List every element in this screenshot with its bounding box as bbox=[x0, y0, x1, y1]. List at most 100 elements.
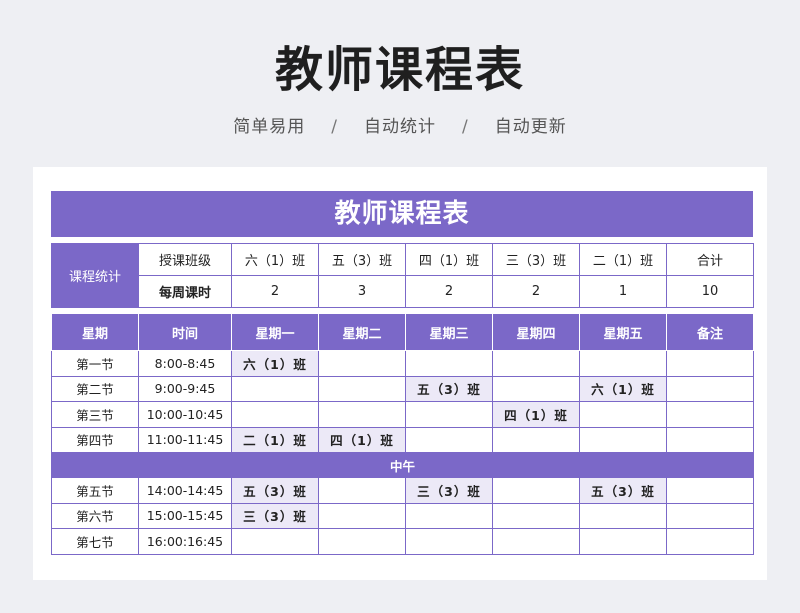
class-cell[interactable] bbox=[405, 502, 493, 529]
timetable-sheet: 教师课程表 课程统计 授课班级 六（1）班 五（3）班 四（1）班 三（3）班 … bbox=[33, 167, 767, 580]
remarks-cell[interactable] bbox=[666, 477, 754, 504]
subtitle-item: 自动更新 bbox=[494, 117, 567, 137]
period-cell[interactable]: 第七节 bbox=[51, 528, 139, 555]
stats-class-cell[interactable]: 三（3）班 bbox=[492, 243, 580, 276]
class-cell[interactable] bbox=[579, 350, 667, 377]
header-remarks: 备注 bbox=[666, 313, 754, 351]
stats-label: 课程统计 bbox=[51, 243, 139, 308]
class-cell[interactable] bbox=[579, 502, 667, 529]
schedule-row: 第四节 11:00-11:45 二（1）班 四（1）班 bbox=[51, 426, 754, 453]
stats-class-cell[interactable]: 四（1）班 bbox=[405, 243, 493, 276]
stats-class-cell[interactable]: 五（3）班 bbox=[318, 243, 406, 276]
schedule-row: 第三节 10:00-10:45 四（1）班 bbox=[51, 401, 754, 428]
stats-total-header[interactable]: 合计 bbox=[666, 243, 754, 276]
page-title: 教师课程表 bbox=[274, 42, 525, 98]
class-cell[interactable] bbox=[492, 350, 580, 377]
header-tuesday: 星期二 bbox=[318, 313, 406, 351]
stats-count-cell[interactable]: 3 bbox=[318, 275, 406, 308]
class-cell[interactable]: 五（3）班 bbox=[231, 477, 319, 504]
class-cell[interactable]: 六（1）班 bbox=[231, 350, 319, 377]
class-cell[interactable] bbox=[318, 477, 406, 504]
noon-break-label: 中午 bbox=[51, 452, 754, 478]
subtitle-separator: / bbox=[462, 117, 469, 137]
stats-count-cell[interactable]: 2 bbox=[492, 275, 580, 308]
stats-count-cell[interactable]: 2 bbox=[405, 275, 493, 308]
class-cell[interactable] bbox=[405, 426, 493, 453]
header-weekday: 星期 bbox=[51, 313, 139, 351]
class-cell[interactable] bbox=[492, 477, 580, 504]
class-cell[interactable] bbox=[405, 350, 493, 377]
class-cell[interactable] bbox=[405, 401, 493, 428]
header-time: 时间 bbox=[138, 313, 232, 351]
class-cell[interactable]: 二（1）班 bbox=[231, 426, 319, 453]
class-cell[interactable] bbox=[318, 502, 406, 529]
schedule-table: 星期 时间 星期一 星期二 星期三 星期四 星期五 备注 第一节 8:00-8:4… bbox=[51, 313, 754, 555]
schedule-header-row: 星期 时间 星期一 星期二 星期三 星期四 星期五 备注 bbox=[51, 313, 754, 351]
class-cell[interactable]: 五（3）班 bbox=[579, 477, 667, 504]
class-cell[interactable] bbox=[231, 375, 319, 402]
time-cell[interactable]: 9:00-9:45 bbox=[138, 375, 232, 402]
subtitle-separator: / bbox=[331, 117, 338, 137]
class-cell[interactable] bbox=[492, 375, 580, 402]
remarks-cell[interactable] bbox=[666, 426, 754, 453]
class-cell[interactable] bbox=[231, 401, 319, 428]
class-cell[interactable]: 三（3）班 bbox=[231, 502, 319, 529]
sheet-banner: 教师课程表 bbox=[51, 191, 753, 237]
remarks-cell[interactable] bbox=[666, 350, 754, 377]
time-cell[interactable]: 14:00-14:45 bbox=[138, 477, 232, 504]
class-cell[interactable] bbox=[318, 375, 406, 402]
remarks-cell[interactable] bbox=[666, 375, 754, 402]
period-cell[interactable]: 第六节 bbox=[51, 502, 139, 529]
page-subtitle: 简单易用 / 自动统计 / 自动更新 bbox=[0, 112, 800, 137]
period-cell[interactable]: 第四节 bbox=[51, 426, 139, 453]
schedule-row: 第一节 8:00-8:45 六（1）班 bbox=[51, 350, 754, 377]
subtitle-item: 自动统计 bbox=[364, 117, 436, 137]
remarks-cell[interactable] bbox=[666, 401, 754, 428]
schedule-row: 第二节 9:00-9:45 五（3）班 六（1）班 bbox=[51, 375, 754, 402]
class-cell[interactable]: 六（1）班 bbox=[579, 375, 667, 402]
schedule-row: 第五节 14:00-14:45 五（3）班 三（3）班 五（3）班 bbox=[51, 477, 754, 504]
period-cell[interactable]: 第一节 bbox=[51, 350, 139, 377]
class-cell[interactable]: 四（1）班 bbox=[492, 401, 580, 428]
subtitle-item: 简单易用 bbox=[233, 117, 306, 137]
stats-count-cell[interactable]: 1 bbox=[579, 275, 667, 308]
class-cell[interactable] bbox=[579, 401, 667, 428]
header-wednesday: 星期三 bbox=[405, 313, 493, 351]
remarks-cell[interactable] bbox=[666, 528, 754, 555]
header-monday: 星期一 bbox=[231, 313, 319, 351]
class-cell[interactable] bbox=[492, 502, 580, 529]
stats-total-cell[interactable]: 10 bbox=[666, 275, 754, 308]
time-cell[interactable]: 16:00:16:45 bbox=[138, 528, 232, 555]
time-cell[interactable]: 11:00-11:45 bbox=[138, 426, 232, 453]
period-cell[interactable]: 第二节 bbox=[51, 375, 139, 402]
schedule-row: 第六节 15:00-15:45 三（3）班 bbox=[51, 502, 754, 529]
class-cell[interactable] bbox=[492, 426, 580, 453]
class-cell[interactable]: 四（1）班 bbox=[318, 426, 406, 453]
noon-break-row: 中午 bbox=[51, 452, 754, 478]
class-cell[interactable] bbox=[318, 401, 406, 428]
class-cell[interactable]: 三（3）班 bbox=[405, 477, 493, 504]
stats-count-cell[interactable]: 2 bbox=[231, 275, 319, 308]
period-cell[interactable]: 第五节 bbox=[51, 477, 139, 504]
class-cell[interactable] bbox=[318, 350, 406, 377]
class-cell[interactable] bbox=[579, 426, 667, 453]
class-cell[interactable] bbox=[579, 528, 667, 555]
class-cell[interactable] bbox=[492, 528, 580, 555]
period-cell[interactable]: 第三节 bbox=[51, 401, 139, 428]
time-cell[interactable]: 8:00-8:45 bbox=[138, 350, 232, 377]
stats-row-counts: 每周课时 2 3 2 2 1 10 bbox=[52, 275, 754, 308]
class-cell[interactable] bbox=[405, 528, 493, 555]
stats-class-header[interactable]: 授课班级 bbox=[138, 243, 232, 276]
class-cell[interactable] bbox=[231, 528, 319, 555]
stats-count-header[interactable]: 每周课时 bbox=[138, 275, 232, 308]
time-cell[interactable]: 10:00-10:45 bbox=[138, 401, 232, 428]
class-cell[interactable]: 五（3）班 bbox=[405, 375, 493, 402]
time-cell[interactable]: 15:00-15:45 bbox=[138, 502, 232, 529]
stats-class-cell[interactable]: 二（1）班 bbox=[579, 243, 667, 276]
remarks-cell[interactable] bbox=[666, 502, 754, 529]
stats-class-cell[interactable]: 六（1）班 bbox=[231, 243, 319, 276]
header-thursday: 星期四 bbox=[492, 313, 580, 351]
schedule-row: 第七节 16:00:16:45 bbox=[51, 528, 754, 555]
course-stats-table: 课程统计 授课班级 六（1）班 五（3）班 四（1）班 三（3）班 二（1）班 … bbox=[51, 243, 754, 308]
class-cell[interactable] bbox=[318, 528, 406, 555]
